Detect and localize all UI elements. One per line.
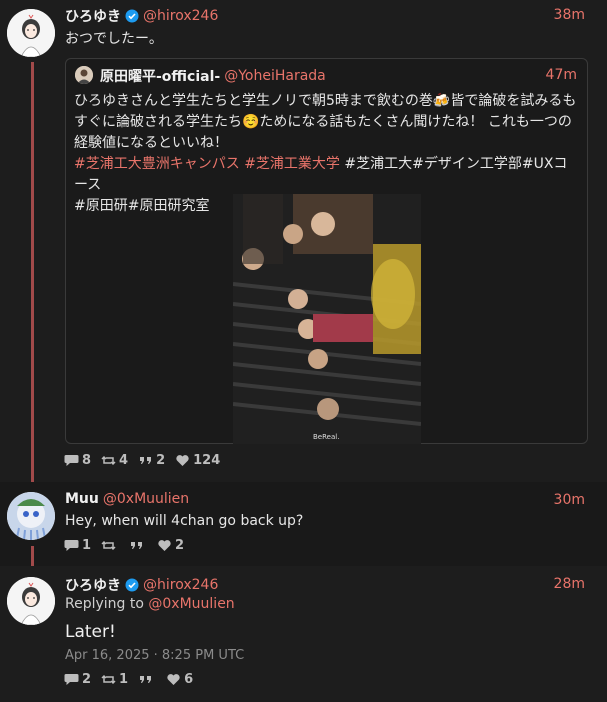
like-stat[interactable]: 6 — [166, 672, 193, 687]
heart-icon — [176, 455, 189, 466]
like-count: 2 — [175, 538, 185, 553]
tweet-text: Later! — [65, 622, 116, 642]
comment-icon — [64, 540, 79, 551]
reply-stat[interactable]: 2 — [64, 672, 91, 687]
tweet-time[interactable]: 28m — [554, 576, 585, 592]
avatar[interactable] — [7, 9, 55, 57]
replying-mention-link[interactable]: @0xMuulien — [148, 596, 234, 612]
comment-icon — [64, 674, 79, 685]
tweet-date[interactable]: Apr 16, 2025 · 8:25 PM UTC — [65, 648, 244, 663]
tweet-hirox246-reply[interactable]: ひろゆき @hirox246 28m Replying to @0xMuulie… — [0, 566, 607, 702]
reply-stat[interactable]: 8 — [64, 453, 91, 468]
thread-line — [31, 62, 34, 482]
tweet-time[interactable]: 30m — [554, 492, 585, 508]
heart-icon — [167, 674, 180, 685]
avatar[interactable] — [7, 577, 55, 625]
quote-icon — [131, 542, 143, 549]
group-photo-icon: BeReal. — [233, 194, 421, 444]
like-count: 6 — [184, 672, 194, 687]
quote-avatar-icon — [75, 66, 93, 84]
tweet-time[interactable]: 38m — [554, 7, 585, 23]
tweet-stats: 8 4 2 124 — [64, 453, 230, 468]
avatar[interactable] — [7, 492, 55, 540]
replying-to: Replying to @0xMuulien — [65, 596, 235, 612]
retweet-stat[interactable] — [101, 539, 119, 552]
quote-text-line: すぐに論破される学生たち☺️ためになる話もたくさん聞けたね！ これも一つの — [74, 114, 572, 130]
bereal-watermark: BeReal. — [313, 433, 339, 441]
author-handle[interactable]: @hirox246 — [143, 8, 218, 24]
reply-count: 8 — [82, 453, 92, 468]
author-handle[interactable]: @hirox246 — [143, 577, 218, 593]
retweet-icon — [101, 674, 116, 685]
tweet-stats: 1 2 — [64, 538, 194, 553]
author-name[interactable]: ひろゆき — [65, 6, 121, 26]
retweet-count: 4 — [119, 453, 129, 468]
tweet-text: Hey, when will 4chan go back up? — [65, 513, 304, 529]
replying-prefix: Replying to — [65, 596, 144, 612]
heart-icon — [158, 540, 171, 551]
quote-text-line: ひろゆきさんと学生たちと学生ノリで朝5時まで飲むの巻🍻皆で論破を試みるも — [74, 93, 577, 109]
retweet-stat[interactable]: 1 — [101, 672, 128, 687]
quote-icon — [140, 676, 152, 683]
tweet-header: ひろゆき @hirox246 — [65, 575, 218, 595]
tweet-stats: 2 1 6 — [64, 672, 203, 687]
author-handle[interactable]: @0xMuulien — [103, 491, 189, 507]
verified-icon — [125, 9, 139, 23]
tweet-header: ひろゆき @hirox246 — [65, 6, 218, 26]
retweet-count: 1 — [119, 672, 129, 687]
tweet-header: Muu @0xMuulien — [65, 491, 189, 507]
author-name[interactable]: ひろゆき — [65, 575, 121, 595]
avatar-illustration-icon — [7, 9, 55, 57]
avatar-character-icon — [7, 492, 55, 540]
quote-photo[interactable]: BeReal. — [233, 194, 421, 444]
comment-icon — [64, 455, 79, 466]
retweet-icon — [101, 540, 116, 551]
quote-stat[interactable] — [129, 539, 147, 552]
tweet-text: おつでしたー。 — [65, 31, 163, 47]
quote-author-handle[interactable]: @YoheiHarada — [224, 68, 326, 84]
quoted-tweet[interactable]: 原田曜平-official- @YoheiHarada 47m ひろゆきさんと学… — [65, 58, 588, 444]
tweet-muu-reply[interactable]: Muu @0xMuulien 30m Hey, when will 4chan … — [0, 482, 607, 566]
retweet-stat[interactable]: 4 — [101, 453, 128, 468]
reply-count: 1 — [82, 538, 92, 553]
verified-icon — [125, 578, 139, 592]
quote-header: 原田曜平-official- @YoheiHarada — [100, 66, 326, 86]
quote-time[interactable]: 47m — [546, 67, 577, 83]
quote-count: 2 — [156, 453, 166, 468]
quote-icon — [140, 457, 152, 464]
like-count: 124 — [193, 453, 221, 468]
quote-avatar[interactable] — [75, 66, 93, 84]
tweet-hirox246-main[interactable]: ひろゆき @hirox246 38m おつでしたー。 原田曜平-official… — [0, 0, 607, 482]
quote-text-line: 経験値になるといいね！ — [74, 135, 228, 151]
hashtag-link[interactable]: #芝浦工大豊洲キャンパス — [74, 156, 240, 172]
thread-line — [31, 546, 34, 566]
retweet-icon — [101, 455, 116, 466]
reply-stat[interactable]: 1 — [64, 538, 91, 553]
author-name[interactable]: Muu — [65, 491, 99, 507]
quote-stat[interactable] — [138, 673, 156, 686]
reply-count: 2 — [82, 672, 92, 687]
quote-stat[interactable]: 2 — [138, 453, 165, 468]
like-stat[interactable]: 124 — [175, 453, 220, 468]
hashtag-link[interactable]: #芝浦工業大学 — [244, 156, 340, 172]
avatar-illustration-icon — [7, 577, 55, 625]
like-stat[interactable]: 2 — [157, 538, 184, 553]
quote-author-name[interactable]: 原田曜平-official- — [100, 66, 220, 86]
